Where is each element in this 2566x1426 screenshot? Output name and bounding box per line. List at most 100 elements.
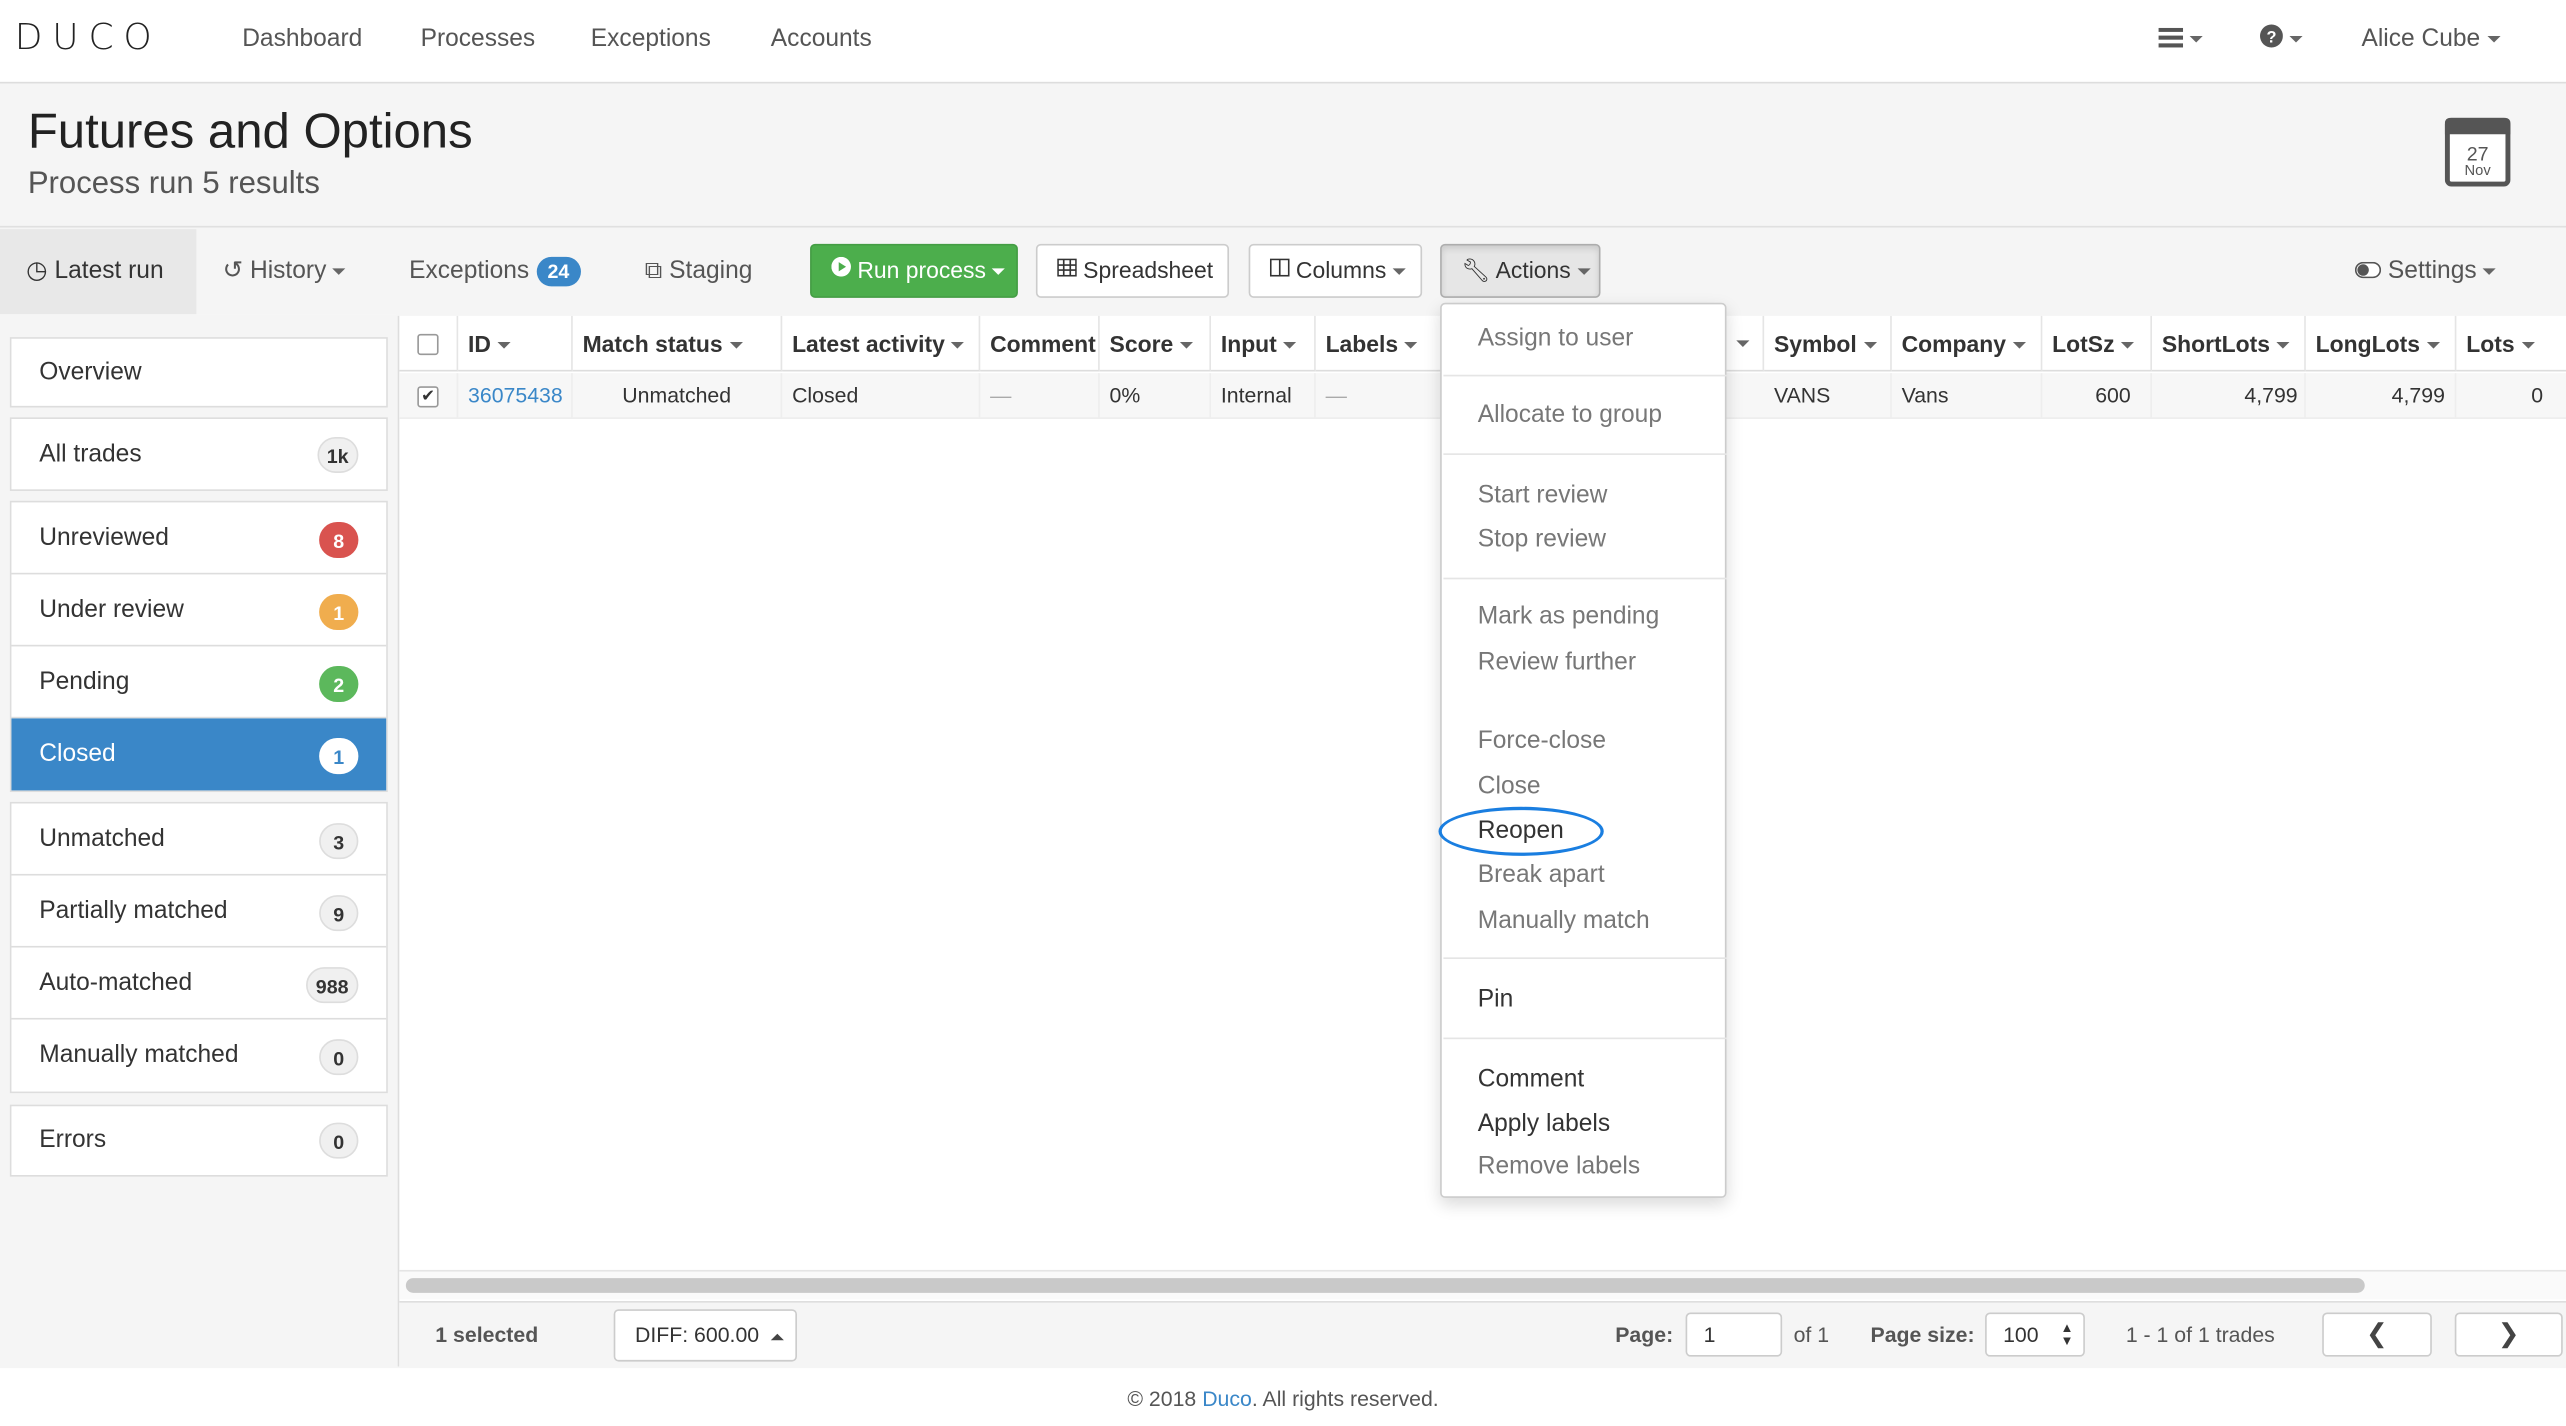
diff-label: DIFF: 600.00 xyxy=(634,1322,760,1347)
chevron-down-icon xyxy=(2521,342,2535,350)
column-header-lots[interactable]: Lots xyxy=(2456,316,2566,372)
actions-button[interactable]: 🔧︎ Actions xyxy=(1440,243,1601,298)
menu-divider xyxy=(1443,957,1727,959)
actions-dropdown-menu: Assign to user Allocate to group Start r… xyxy=(1440,302,1727,1198)
sidebar-item-manually-matched[interactable]: Manually matched 0 xyxy=(11,1020,386,1092)
column-header-shortlots[interactable]: ShortLots xyxy=(2151,315,2306,372)
page-title: Futures and Options xyxy=(27,104,473,159)
menu-item-comment[interactable]: Comment xyxy=(1478,1065,1584,1093)
chevron-down-icon xyxy=(1179,342,1193,350)
page-subtitle: Process run 5 results xyxy=(27,166,320,202)
menu-item-force-close[interactable]: Force-close xyxy=(1478,727,1606,755)
tab-exceptions[interactable]: Exceptions 24 xyxy=(383,229,607,314)
sidebar-item-label: Unmatched xyxy=(39,824,165,853)
chevron-down-icon xyxy=(992,268,1006,276)
column-header-label: Lots xyxy=(2466,330,2515,357)
menu-item-mark-as-pending[interactable]: Mark as pending xyxy=(1478,602,1659,630)
menu-item-pin[interactable]: Pin xyxy=(1478,985,1513,1013)
select-all-checkbox[interactable] xyxy=(417,333,439,356)
count-badge: 988 xyxy=(305,967,359,1004)
column-header-company[interactable]: Company xyxy=(1891,315,2043,372)
sidebar-item-pending[interactable]: Pending 2 xyxy=(11,646,387,719)
next-page-button[interactable]: ❯ xyxy=(2454,1312,2563,1357)
caret-up-icon xyxy=(769,1333,784,1340)
menu-item-apply-labels[interactable]: Apply labels xyxy=(1478,1110,1610,1138)
sidebar-item-overview[interactable]: Overview xyxy=(11,339,386,406)
column-header-label: Score xyxy=(1109,330,1174,357)
hamburger-menu-button[interactable] xyxy=(2158,25,2203,54)
nav-processes[interactable]: Processes xyxy=(421,25,536,53)
history-icon: ↺ xyxy=(222,256,244,285)
page-size-select[interactable]: 100 ▲ ▼ xyxy=(1985,1312,2085,1357)
column-header-label: Symbol xyxy=(1773,330,1857,357)
column-header-label: Comment xyxy=(990,330,1096,357)
user-menu-button[interactable]: Alice Cube xyxy=(2361,25,2500,52)
column-header-comment[interactable]: Comment xyxy=(980,315,1100,372)
column-header-lotsz[interactable]: LotSz xyxy=(2042,315,2152,372)
menu-item-stop-review[interactable]: Stop review xyxy=(1478,525,1606,553)
calendar-icon[interactable]: 27 Nov xyxy=(2444,117,2511,187)
columns-button[interactable]: Columns xyxy=(1248,243,1423,298)
page-size-label: Page size: xyxy=(1870,1322,1975,1347)
trade-id-link[interactable]: 36075438 xyxy=(458,373,573,419)
diff-dropdown-button[interactable]: DIFF: 600.00 xyxy=(613,1309,797,1362)
sidebar-item-under-review[interactable]: Under review 1 xyxy=(11,574,387,647)
run-process-button[interactable]: Run process xyxy=(810,243,1018,298)
column-header-longlots[interactable]: LongLots xyxy=(2305,315,2457,372)
nav-dashboard[interactable]: Dashboard xyxy=(242,25,362,53)
nav-exceptions[interactable]: Exceptions xyxy=(591,25,711,53)
sidebar-item-errors[interactable]: Errors 0 xyxy=(11,1106,386,1175)
count-badge: 1 xyxy=(319,594,359,631)
menu-item-remove-labels[interactable]: Remove labels xyxy=(1478,1152,1640,1180)
sidebar-item-auto-matched[interactable]: Auto-matched 988 xyxy=(11,948,387,1020)
horizontal-scrollbar-thumb[interactable] xyxy=(405,1278,2365,1293)
page-footer: © 2018 Duco. All rights reserved. xyxy=(0,1368,2566,1426)
count-badge: 0 xyxy=(319,1039,359,1076)
column-header-label: Labels xyxy=(1325,330,1399,357)
menu-item-manually-match[interactable]: Manually match xyxy=(1478,907,1650,935)
column-header-match-status[interactable]: Match status xyxy=(572,315,783,372)
previous-page-button[interactable]: ❮ xyxy=(2322,1312,2432,1357)
cell-labels: — xyxy=(1316,373,1442,419)
chevron-down-icon xyxy=(2289,36,2303,43)
column-header-score[interactable]: Score xyxy=(1099,315,1212,372)
row-checkbox-checked[interactable]: ✔ xyxy=(417,386,439,408)
page-number-input[interactable] xyxy=(1685,1312,1783,1357)
copyright-suffix: . All rights reserved. xyxy=(1251,1386,1439,1411)
spreadsheet-button[interactable]: Spreadsheet xyxy=(1035,243,1230,298)
nav-accounts[interactable]: Accounts xyxy=(771,25,872,53)
chevron-down-icon xyxy=(1863,342,1877,350)
column-header-latest-activity[interactable]: Latest activity xyxy=(782,315,981,372)
menu-item-start-review[interactable]: Start review xyxy=(1478,481,1608,509)
duco-link[interactable]: Duco xyxy=(1202,1386,1252,1411)
column-header-input[interactable]: Input xyxy=(1211,315,1316,372)
sidebar-item-unmatched[interactable]: Unmatched 3 xyxy=(11,804,387,876)
sidebar-item-unreviewed[interactable]: Unreviewed 8 xyxy=(11,502,387,575)
menu-item-close[interactable]: Close xyxy=(1478,772,1541,800)
column-header-labels[interactable]: Labels xyxy=(1315,315,1442,372)
menu-item-review-further[interactable]: Review further xyxy=(1478,648,1636,676)
tab-staging[interactable]: ⧉ Staging xyxy=(619,229,779,314)
columns-icon xyxy=(1269,244,1290,295)
chevron-down-icon xyxy=(1283,342,1297,350)
sidebar-item-label: Pending xyxy=(39,667,130,696)
duco-logo[interactable]: DUCO xyxy=(15,18,162,59)
review-status-group: Unreviewed 8 Under review 1 Pending 2 Cl… xyxy=(9,500,388,793)
tab-latest-run[interactable]: ◷ Latest run xyxy=(0,229,197,315)
column-header-symbol[interactable]: Symbol xyxy=(1764,315,1892,372)
sidebar-item-all-trades[interactable]: All trades 1k xyxy=(11,419,386,489)
column-header-id[interactable]: ID xyxy=(458,315,573,372)
selected-count: 1 selected xyxy=(435,1322,539,1347)
sidebar-item-partially-matched[interactable]: Partially matched 9 xyxy=(11,876,387,948)
settings-button[interactable]: Settings xyxy=(2354,257,2497,285)
menu-item-allocate-to-group[interactable]: Allocate to group xyxy=(1478,401,1662,429)
menu-item-assign-to-user[interactable]: Assign to user xyxy=(1478,324,1634,352)
tab-exceptions-label: Exceptions xyxy=(409,256,530,285)
menu-item-break-apart[interactable]: Break apart xyxy=(1478,861,1605,889)
copyright-prefix: © 2018 xyxy=(1127,1386,1203,1411)
chevron-down-icon xyxy=(2426,342,2440,350)
help-menu-button[interactable]: ? xyxy=(2260,24,2303,55)
sidebar-item-closed[interactable]: Closed 1 xyxy=(11,718,387,791)
reopen-highlight-circle xyxy=(1438,806,1604,856)
tab-history[interactable]: ↺ History xyxy=(196,229,372,314)
